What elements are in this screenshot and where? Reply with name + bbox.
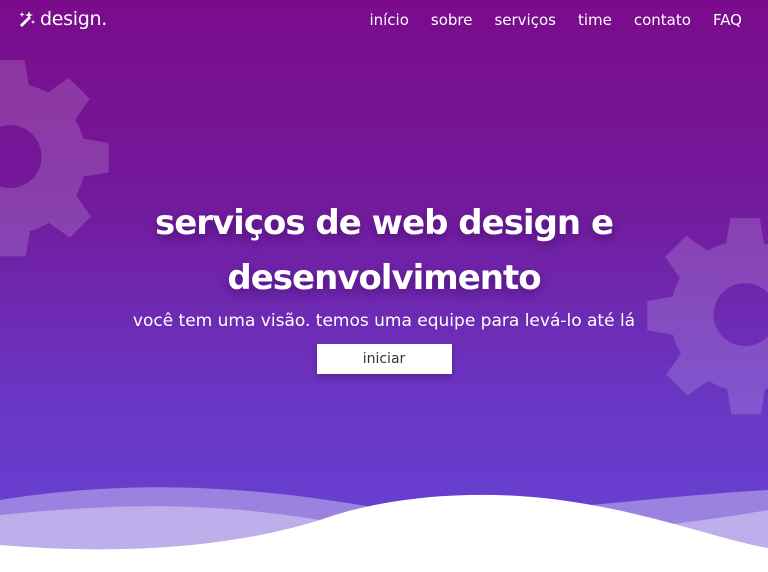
page: design. início sobre serviços time conta… [0, 0, 768, 572]
nav-link-time[interactable]: time [578, 11, 612, 29]
brand-logo[interactable]: design. [17, 8, 107, 30]
nav-link-faq[interactable]: FAQ [713, 11, 742, 29]
nav-link-contato[interactable]: contato [634, 11, 691, 29]
nav-link-servicos[interactable]: serviços [494, 11, 556, 29]
wave-divider [0, 487, 768, 572]
hero-title-line1: serviços de web design e [154, 203, 614, 243]
hero-content: serviços de web design e desenvolvimento… [0, 196, 768, 374]
hero-section: design. início sobre serviços time conta… [0, 0, 768, 572]
hero-subtitle: você tem uma visão. temos uma equipe par… [132, 311, 636, 331]
magic-wand-icon [19, 11, 35, 27]
nav-link-inicio[interactable]: início [369, 11, 408, 29]
hero-title: serviços de web design e desenvolvimento [104, 196, 664, 306]
nav-menu: início sobre serviços time contato FAQ [347, 11, 742, 29]
navbar: design. início sobre serviços time conta… [0, 0, 768, 44]
hero-title-line2: desenvolvimento [227, 258, 541, 298]
nav-link-sobre[interactable]: sobre [431, 11, 473, 29]
brand-name: design. [40, 8, 107, 30]
start-button[interactable]: iniciar [316, 344, 452, 374]
